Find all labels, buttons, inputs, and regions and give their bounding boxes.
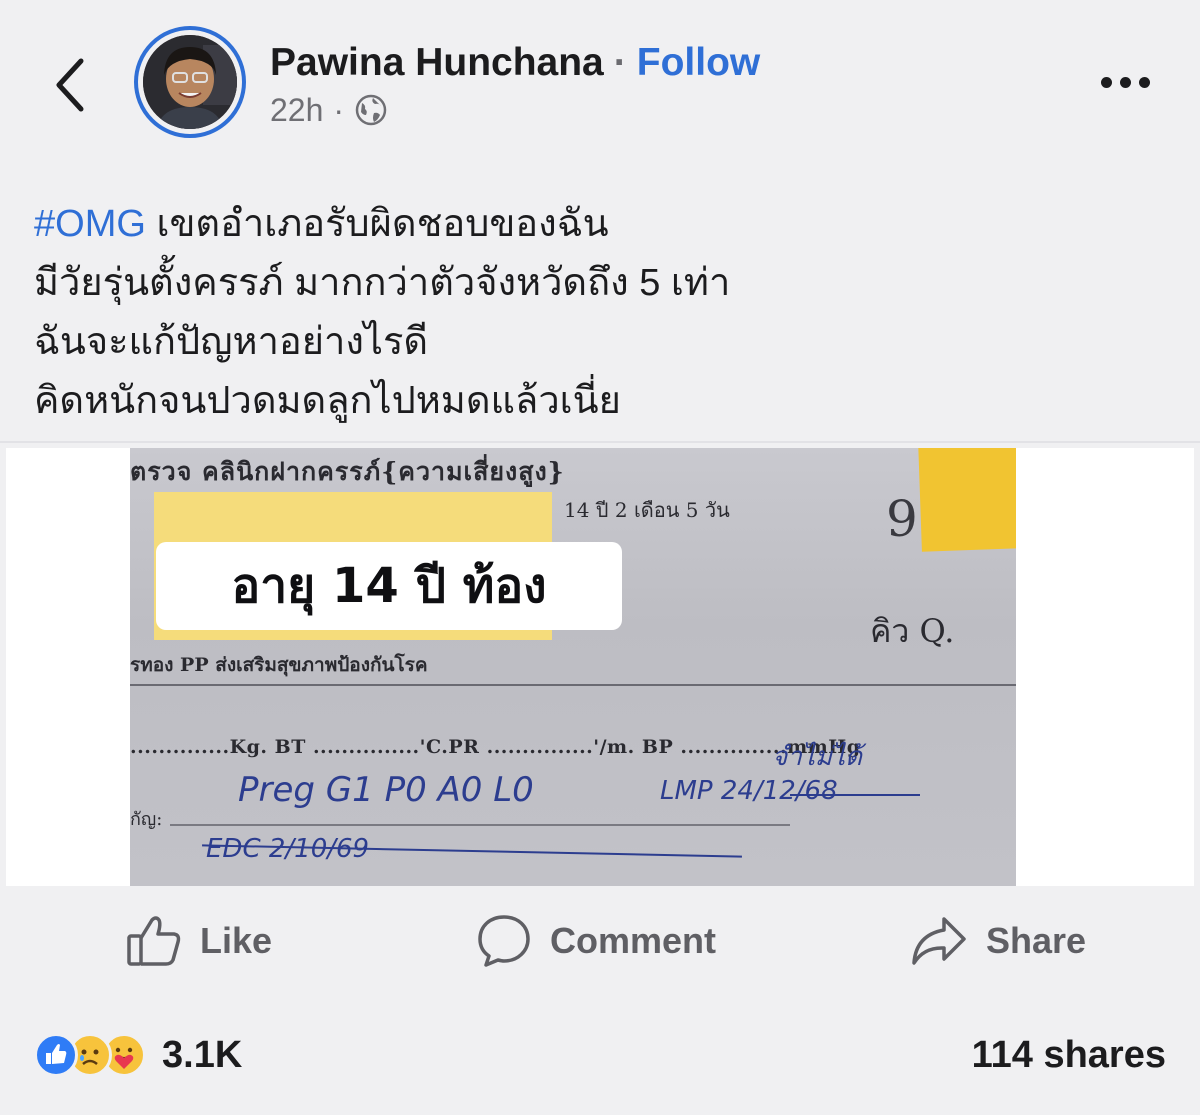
like-button[interactable]: Like: [126, 908, 272, 974]
shares-count[interactable]: 114 shares: [972, 1030, 1166, 1080]
post-caption: #OMG เขตอำเภอรับผิดชอบของฉัน มีวัยรุ่นตั…: [34, 195, 1154, 431]
share-button[interactable]: Share: [910, 908, 1086, 974]
author-line: Pawina Hunchana · Follow: [270, 38, 760, 88]
thumbs-up-icon: [127, 916, 181, 966]
post-timestamp[interactable]: 22h: [270, 92, 323, 129]
more-options-button[interactable]: [1090, 62, 1160, 102]
form-vitals: ..............Kg. BT ...............'C.P…: [130, 736, 861, 758]
author-avatar[interactable]: [134, 26, 246, 138]
action-bar: Like Comment Share: [0, 890, 1200, 990]
reaction-count: 3.1K: [162, 1033, 243, 1076]
caption-line-2: มีวัยรุ่นตั้งครรภ์ มากกว่าตัวจังหวัดถึง …: [34, 262, 731, 304]
sticky-note: [918, 448, 1016, 552]
handwriting-note: จำไม่ได้: [772, 742, 863, 772]
like-reaction-icon: [34, 1033, 78, 1077]
form-queue: คิว Q.: [870, 612, 955, 650]
medical-form-photo: ตรวจ คลินิกฝากครรภ์{ความเสี่ยงสูง} 14 ปี…: [130, 448, 1016, 886]
chevron-left-icon: [56, 58, 84, 112]
post-page: Pawina Hunchana · Follow 22h · #OMG เขตอ…: [0, 0, 1200, 1115]
hashtag-link[interactable]: #OMG: [34, 203, 146, 245]
form-title: ตรวจ คลินิกฝากครรภ์{ความเสี่ยงสูง}: [130, 457, 565, 486]
comment-bubble-icon: [478, 915, 530, 967]
overlay-caption: อายุ 14 ปี ท้อง: [156, 542, 622, 630]
more-dot: [1119, 76, 1131, 88]
like-label: Like: [200, 920, 273, 961]
globe-icon: [355, 94, 387, 126]
follow-button[interactable]: Follow: [637, 41, 760, 85]
form-rule: [130, 684, 1016, 686]
handwriting-lmp: LMP 24/12/68: [660, 776, 838, 806]
meta-separator: ·: [333, 91, 345, 128]
caption-text-1: เขตอำเภอรับผิดชอบของฉัน: [145, 203, 609, 245]
name-separator: ·: [613, 41, 627, 84]
handwriting-preg: Preg G1 P0 A0 L0: [238, 770, 534, 810]
more-dot: [1100, 76, 1112, 88]
share-label: Share: [986, 920, 1087, 961]
comment-button[interactable]: Comment: [476, 908, 716, 974]
form-diag-label: กัญ:: [130, 809, 163, 830]
form-age: 14 ปี 2 เดือน 5 วัน: [564, 498, 730, 522]
back-button[interactable]: [40, 50, 100, 120]
divider: [0, 441, 1200, 443]
post-meta: 22h ·: [270, 90, 388, 130]
author-name[interactable]: Pawina Hunchana: [270, 41, 604, 85]
caption-line-4: คิดหนักจนปวดมดลูกไปหมดแล้วเนี่ย: [34, 380, 621, 422]
comment-label: Comment: [550, 920, 717, 961]
form-number: 9: [886, 490, 918, 548]
post-image[interactable]: ตรวจ คลินิกฝากครรภ์{ความเสี่ยงสูง} 14 ปี…: [6, 448, 1194, 886]
form-rule: [170, 824, 790, 826]
share-arrow-icon: [912, 917, 966, 965]
reactions-summary[interactable]: 3.1K: [34, 1030, 242, 1080]
more-dot: [1138, 76, 1150, 88]
form-service: รทอง PP ส่งเสริมสุขภาพป้องกันโรค: [130, 654, 428, 676]
caption-line-3: ฉันจะแก้ปัญหาอย่างไรดี: [34, 321, 429, 363]
caption-line-1: #OMG เขตอำเภอรับผิดชอบของฉัน: [34, 195, 1154, 254]
avatar-photo: [143, 35, 237, 129]
strike-line: [790, 794, 920, 796]
